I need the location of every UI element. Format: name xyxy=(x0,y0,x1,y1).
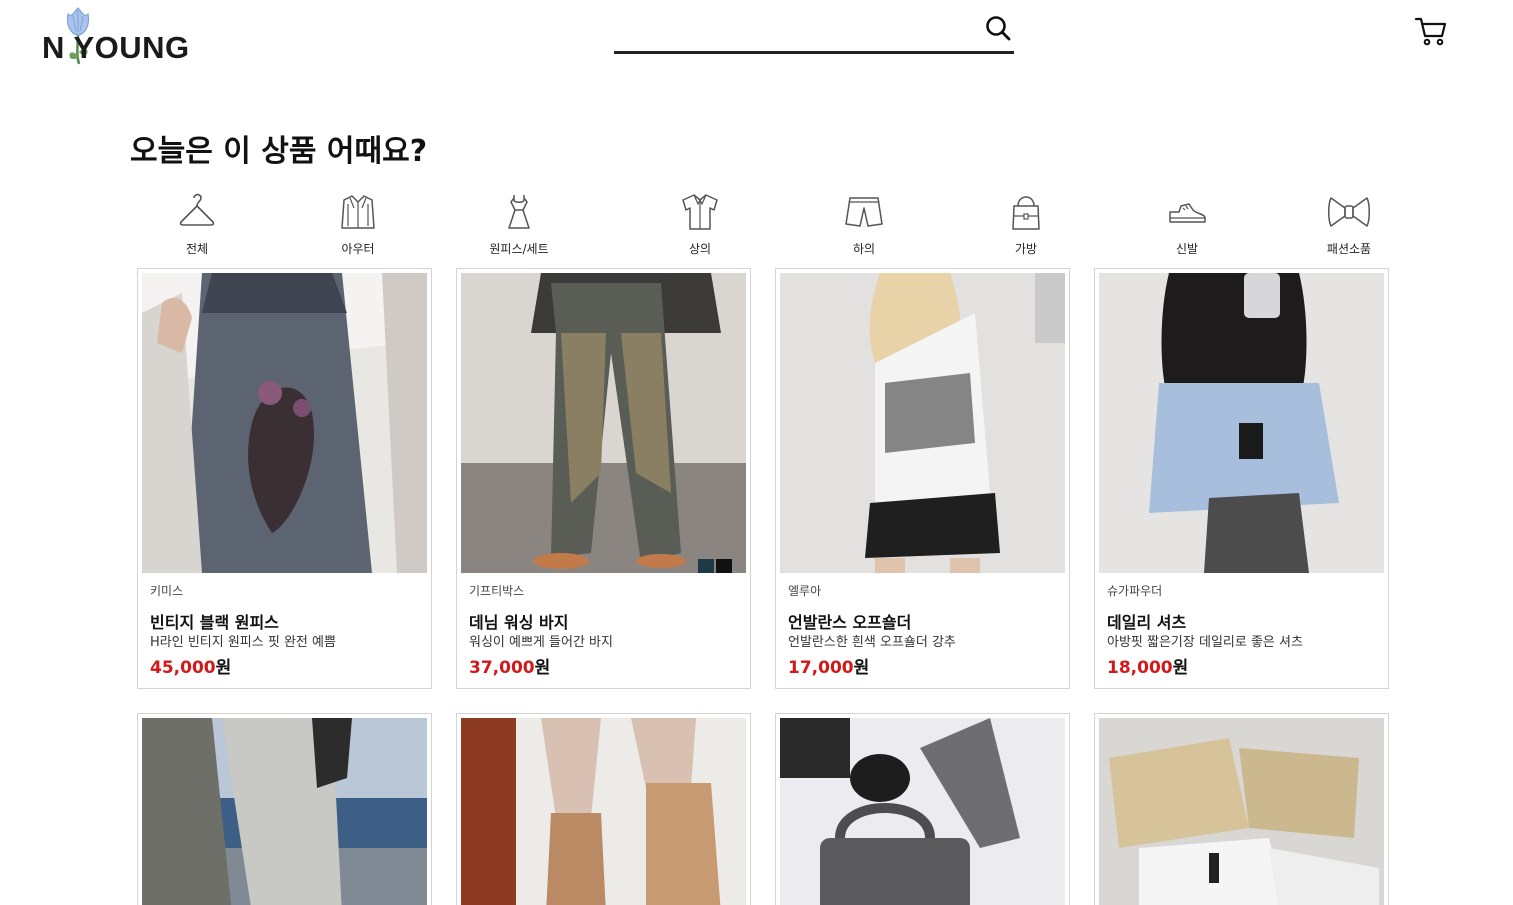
category-label: 상의 xyxy=(688,242,712,256)
category-label: 신발 xyxy=(1175,242,1199,256)
product-description: 워싱이 예쁘게 들어간 바지 xyxy=(469,635,613,650)
product-price: 37,000원 xyxy=(469,653,550,678)
category-label: 가방 xyxy=(1014,242,1038,256)
product-description: H라인 빈티지 원피스 핏 완전 예쁨 xyxy=(150,635,336,650)
header: N YOUNG xyxy=(0,0,1513,80)
product-brand: 키미스 xyxy=(150,584,184,598)
product-price: 45,000원 xyxy=(150,653,231,678)
product-brand: 슈가파우더 xyxy=(1107,584,1163,598)
price-amount: 45,000 xyxy=(150,658,216,678)
category-accessory[interactable]: 패션소품 xyxy=(1289,190,1409,258)
shorts-icon xyxy=(845,197,883,227)
product-description: 언발란스한 흰색 오프숄더 강추 xyxy=(788,635,956,650)
sneaker-icon xyxy=(1169,203,1206,223)
product-name[interactable]: 빈티지 블랙 원피스 xyxy=(150,609,279,633)
price-unit: 원 xyxy=(853,658,870,678)
category-label: 아우터 xyxy=(341,242,375,256)
price-amount: 17,000 xyxy=(788,658,854,678)
bag-icon xyxy=(1012,196,1040,230)
price-unit: 원 xyxy=(1172,658,1189,678)
product-image[interactable] xyxy=(142,273,427,573)
product-image[interactable] xyxy=(780,273,1065,573)
cart-icon[interactable] xyxy=(1414,14,1448,48)
product-image[interactable] xyxy=(1099,273,1384,573)
product-card[interactable] xyxy=(1094,713,1389,905)
category-label: 하의 xyxy=(852,242,876,256)
product-card[interactable]: 엘루아 언발란스 오프숄더 언발란스한 흰색 오프숄더 강추 17,000원 xyxy=(775,268,1070,689)
product-image[interactable] xyxy=(1099,718,1384,905)
hanger-icon xyxy=(179,193,215,226)
product-name[interactable]: 데일리 셔츠 xyxy=(1107,609,1186,633)
jacket-icon xyxy=(341,195,375,229)
product-card[interactable]: 키미스 빈티지 블랙 원피스 H라인 빈티지 원피스 핏 완전 예쁨 45,00… xyxy=(137,268,432,689)
price-amount: 37,000 xyxy=(469,658,535,678)
category-label: 전체 xyxy=(185,242,209,256)
category-label: 패션소품 xyxy=(1326,242,1372,256)
product-description: 아방핏 짧은기장 데일리로 좋은 셔츠 xyxy=(1107,635,1303,650)
logo-text: N YOUNG xyxy=(42,30,190,65)
category-nav: 전체 아우터 원피스/세트 상의 하의 가방 신발 패션소품 xyxy=(137,190,1389,258)
category-dress[interactable]: 원피스/세트 xyxy=(459,190,579,258)
category-label: 원피스/세트 xyxy=(489,242,549,256)
product-name[interactable]: 데님 워싱 바지 xyxy=(469,609,568,633)
category-outer[interactable]: 아우터 xyxy=(298,190,418,258)
product-card[interactable]: 기프티박스 데님 워싱 바지 워싱이 예쁘게 들어간 바지 37,000원 xyxy=(456,268,751,689)
search-bar xyxy=(614,8,1014,54)
logo[interactable]: N YOUNG xyxy=(40,4,210,68)
product-price: 18,000원 xyxy=(1107,653,1188,678)
search-input[interactable] xyxy=(614,14,974,46)
dress-icon xyxy=(508,195,530,229)
category-bottom[interactable]: 하의 xyxy=(804,190,924,258)
product-brand: 엘루아 xyxy=(788,584,822,598)
product-card[interactable] xyxy=(775,713,1070,905)
category-all[interactable]: 전체 xyxy=(137,190,257,258)
bow-icon xyxy=(1328,197,1370,227)
product-card[interactable] xyxy=(456,713,751,905)
product-card[interactable]: 슈가파우더 데일리 셔츠 아방핏 짧은기장 데일리로 좋은 셔츠 18,000원 xyxy=(1094,268,1389,689)
product-card[interactable] xyxy=(137,713,432,905)
price-unit: 원 xyxy=(534,658,551,678)
section-title: 오늘은 이 상품 어때요? xyxy=(130,134,428,169)
price-amount: 18,000 xyxy=(1107,658,1173,678)
shirt-icon xyxy=(682,194,718,230)
category-bag[interactable]: 가방 xyxy=(966,190,1086,258)
product-image[interactable] xyxy=(461,718,746,905)
product-name[interactable]: 언발란스 오프숄더 xyxy=(788,609,911,633)
product-image[interactable] xyxy=(780,718,1065,905)
product-image[interactable] xyxy=(142,718,427,905)
category-shoes[interactable]: 신발 xyxy=(1127,190,1247,258)
product-brand: 기프티박스 xyxy=(469,584,525,598)
search-icon[interactable] xyxy=(984,14,1012,42)
product-price: 17,000원 xyxy=(788,653,869,678)
product-image[interactable] xyxy=(461,273,746,573)
price-unit: 원 xyxy=(215,658,232,678)
category-top[interactable]: 상의 xyxy=(640,190,760,258)
